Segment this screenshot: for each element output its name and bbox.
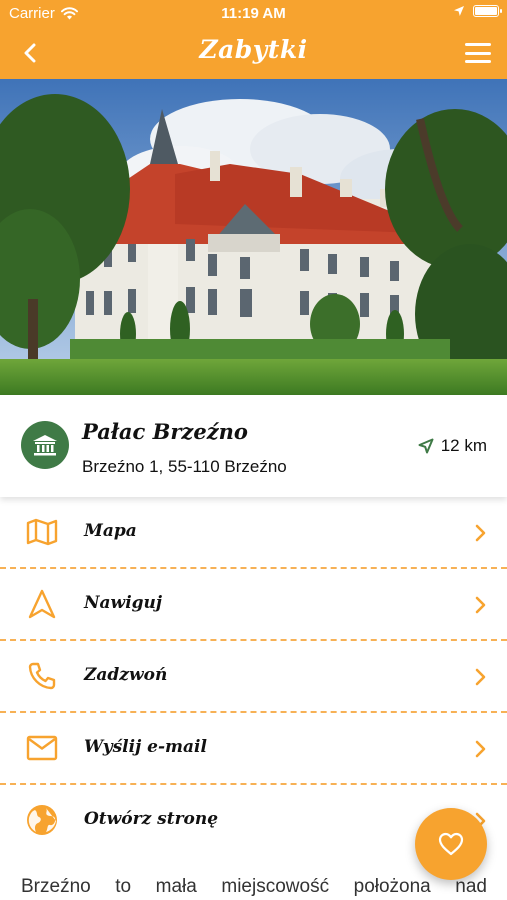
action-call-label: Zadzwoń — [84, 665, 168, 685]
hero-image — [0, 79, 507, 395]
place-name: Pałac Brzeźno — [82, 419, 248, 444]
chevron-right-icon — [475, 596, 486, 614]
action-navigate-label: Nawiguj — [84, 593, 163, 613]
action-call[interactable]: Zadzwoń — [0, 641, 507, 713]
heart-icon — [438, 832, 464, 856]
chevron-right-icon — [475, 524, 486, 542]
globe-icon — [25, 803, 59, 837]
distance-value: 12 km — [440, 436, 487, 455]
navigation-arrow-icon — [418, 438, 434, 454]
chevron-right-icon — [475, 740, 486, 758]
distance-indicator: 12 km — [418, 436, 487, 456]
palace-photo — [0, 79, 507, 395]
action-website-label: Otwórz stronę — [84, 809, 219, 829]
place-description: Brzeźno to mała miejscowość położona nad — [21, 876, 487, 897]
status-time: 11:19 AM — [221, 5, 286, 22]
status-bar: Carrier 11:19 AM — [0, 0, 507, 27]
page-title: Zabytki — [199, 35, 308, 64]
action-navigate[interactable]: Nawiguj — [0, 569, 507, 641]
phone-icon — [25, 659, 59, 693]
monument-building-icon — [21, 421, 69, 469]
map-icon — [25, 515, 59, 549]
battery-icon — [473, 5, 502, 17]
chevron-right-icon — [475, 668, 486, 686]
action-list: Mapa Nawiguj Zadzwoń Wyślij e-mail Otwór… — [0, 497, 507, 857]
hamburger-menu-icon — [465, 43, 491, 46]
status-right — [453, 5, 502, 17]
navigation-arrow-icon — [25, 587, 59, 621]
action-email[interactable]: Wyślij e-mail — [0, 713, 507, 785]
action-map[interactable]: Mapa — [0, 497, 507, 569]
app-header: Carrier 11:19 AM Zabytki — [0, 0, 507, 79]
mail-icon — [25, 731, 59, 765]
favorite-button[interactable] — [415, 808, 487, 880]
location-arrow-icon — [454, 6, 464, 16]
action-email-label: Wyślij e-mail — [84, 737, 207, 757]
place-address: Brzeźno 1, 55-110 Brzeźno — [82, 457, 287, 476]
place-info-card: Pałac Brzeźno Brzeźno 1, 55-110 Brzeźno … — [0, 395, 507, 497]
action-map-label: Mapa — [84, 521, 137, 541]
navbar: Zabytki — [0, 27, 507, 79]
menu-button[interactable] — [463, 39, 493, 67]
